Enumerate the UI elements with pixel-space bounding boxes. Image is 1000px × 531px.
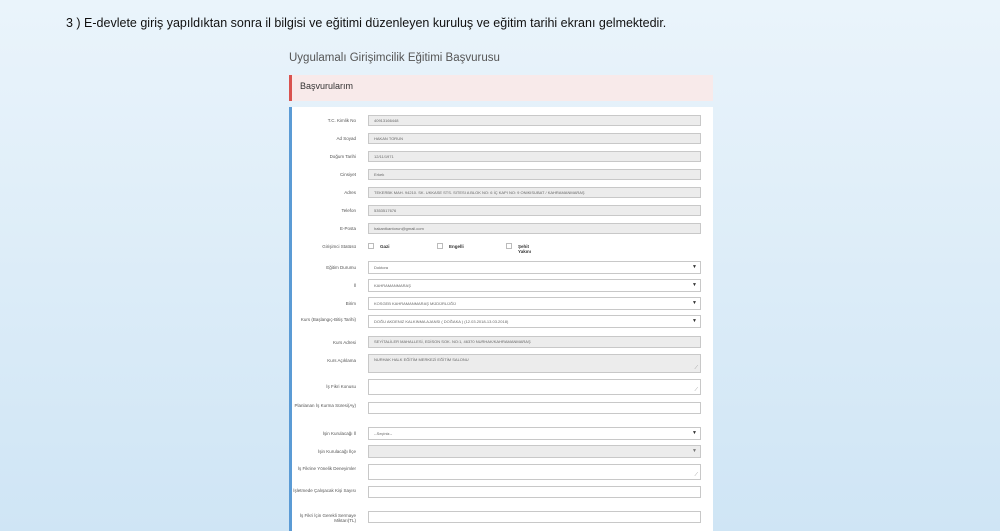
tc-label: T.C. Kimlik No — [327, 118, 356, 123]
engelli-checkbox[interactable] — [437, 243, 443, 249]
caret-down-icon: ▼ — [692, 318, 697, 324]
instruction-text: 3 ) E-devlete giriş yapıldıktan sonra il… — [66, 16, 667, 30]
gazi-label: Gazi — [380, 244, 390, 249]
is-fikri-textarea[interactable]: ⟋ — [368, 379, 701, 395]
isin-il-value: --Seçiniz-- — [374, 431, 393, 436]
cinsiyet-label: Cinsiyet — [339, 172, 356, 177]
calisacak-label: İşletmede Çalışacak Kişi Sayısı — [293, 488, 356, 493]
tc-field: 40913166448 — [368, 115, 701, 126]
eposta-label: E-Posta — [339, 226, 356, 231]
sermaye-label: İş Fikri İçin Gerekli Sermaye Miktarı(TL… — [299, 513, 356, 523]
kurs-select[interactable]: DOĞU AKDENIZ KALKINMA AJANSI ( DOĞAKA ) … — [368, 315, 701, 328]
caret-down-icon: ▼ — [692, 264, 697, 270]
is-fikri-label: İş Fikri Konusu — [326, 384, 356, 389]
caret-down-icon: ▼ — [692, 282, 697, 288]
resize-handle-icon[interactable]: ⟋ — [694, 388, 698, 393]
dogum-label: Doğum Tarihi — [329, 154, 356, 159]
caret-down-icon: ▼ — [692, 300, 697, 306]
kurs-aciklama-value: NURHAK HALK EĞİTİM MERKEZİ EĞİTİM SALONU — [374, 357, 469, 362]
birim-label: Birim — [345, 301, 356, 306]
statu-label: Girişimci Statüsü — [322, 244, 356, 249]
adres-field: TEKERBK MAH. 94210. SK. UKKASE STS. SITE… — [368, 187, 701, 198]
page-title: Uygulamalı Girişimcilik Eğitimi Başvurus… — [289, 52, 500, 64]
ad-soyad-label: Ad Soyad — [336, 136, 356, 141]
sehit-yakini-label: Şehit Yakını — [518, 244, 532, 254]
dogum-field: 12/11/1971 — [368, 151, 701, 162]
il-value: KAHRAMANMARAŞ — [374, 283, 411, 288]
ad-soyad-field: HAKAN TORUN — [368, 133, 701, 144]
telefon-label: Telefon — [341, 208, 356, 213]
telefon-field: 5353517676 — [368, 205, 701, 216]
kurs-aciklama-label: Kurs Açıklama — [327, 358, 356, 363]
planlanan-label: Planlanan İş Kurma Süresi(Ay) — [294, 403, 356, 408]
birim-value: KOSGEB KAHRAMANMARAŞ MÜDÜRLÜĞÜ — [374, 301, 457, 306]
resize-handle-icon[interactable]: ⟋ — [694, 473, 698, 478]
kurs-value: DOĞU AKDENIZ KALKINMA AJANSI ( DOĞAKA ) … — [374, 319, 509, 324]
planlanan-input[interactable] — [368, 402, 701, 414]
isin-il-select[interactable]: --Seçiniz-- ▼ — [368, 427, 701, 440]
adres-label: Adres — [344, 190, 356, 195]
application-form: T.C. Kimlik No 40913166448 Ad Soyad HAKA… — [289, 107, 713, 531]
resize-handle-icon[interactable]: ⟋ — [694, 366, 698, 371]
sermaye-input[interactable] — [368, 511, 701, 523]
kurs-label: Kurs (Başlangıç-Bitiş Tarihi) — [300, 317, 356, 322]
deneyim-textarea[interactable]: ⟋ — [368, 464, 701, 480]
kurs-adresi-field: SEYİTALİLER MAHALLESİ, EDİSON SOK. NO:1,… — [368, 336, 701, 348]
birim-select[interactable]: KOSGEB KAHRAMANMARAŞ MÜDÜRLÜĞÜ ▼ — [368, 297, 701, 310]
egitim-value: Doktora — [374, 265, 389, 270]
isin-ilce-select[interactable]: ▼ — [368, 445, 701, 458]
kurs-aciklama-field: NURHAK HALK EĞİTİM MERKEZİ EĞİTİM SALONU… — [368, 354, 701, 373]
il-select[interactable]: KAHRAMANMARAŞ ▼ — [368, 279, 701, 292]
gazi-checkbox[interactable] — [368, 243, 374, 249]
cinsiyet-field: Erkek — [368, 169, 701, 180]
deneyim-label: İş Fikrine Yönelik Deneyimler — [297, 466, 356, 471]
eposta-field: hakantkantorun@gmail.com — [368, 223, 701, 234]
caret-down-icon: ▼ — [692, 448, 697, 454]
isin-ilce-label: İşin Kurulacağı İlçe — [317, 449, 356, 454]
panel-title: Başvurularım — [300, 81, 354, 91]
caret-down-icon: ▼ — [692, 430, 697, 436]
egitim-label: Eğitim Durumu — [326, 265, 356, 270]
isin-il-label: İşin Kurulacağı İl — [322, 431, 356, 436]
kurs-adresi-label: Kurs Adresi — [332, 340, 356, 345]
sehit-yakini-checkbox[interactable] — [506, 243, 512, 249]
il-label: İl — [353, 283, 356, 288]
egitim-select[interactable]: Doktora ▼ — [368, 261, 701, 274]
panel-header: Başvurularım — [289, 75, 713, 101]
engelli-label: Engelli — [449, 244, 464, 249]
calisacak-input[interactable] — [368, 486, 701, 498]
